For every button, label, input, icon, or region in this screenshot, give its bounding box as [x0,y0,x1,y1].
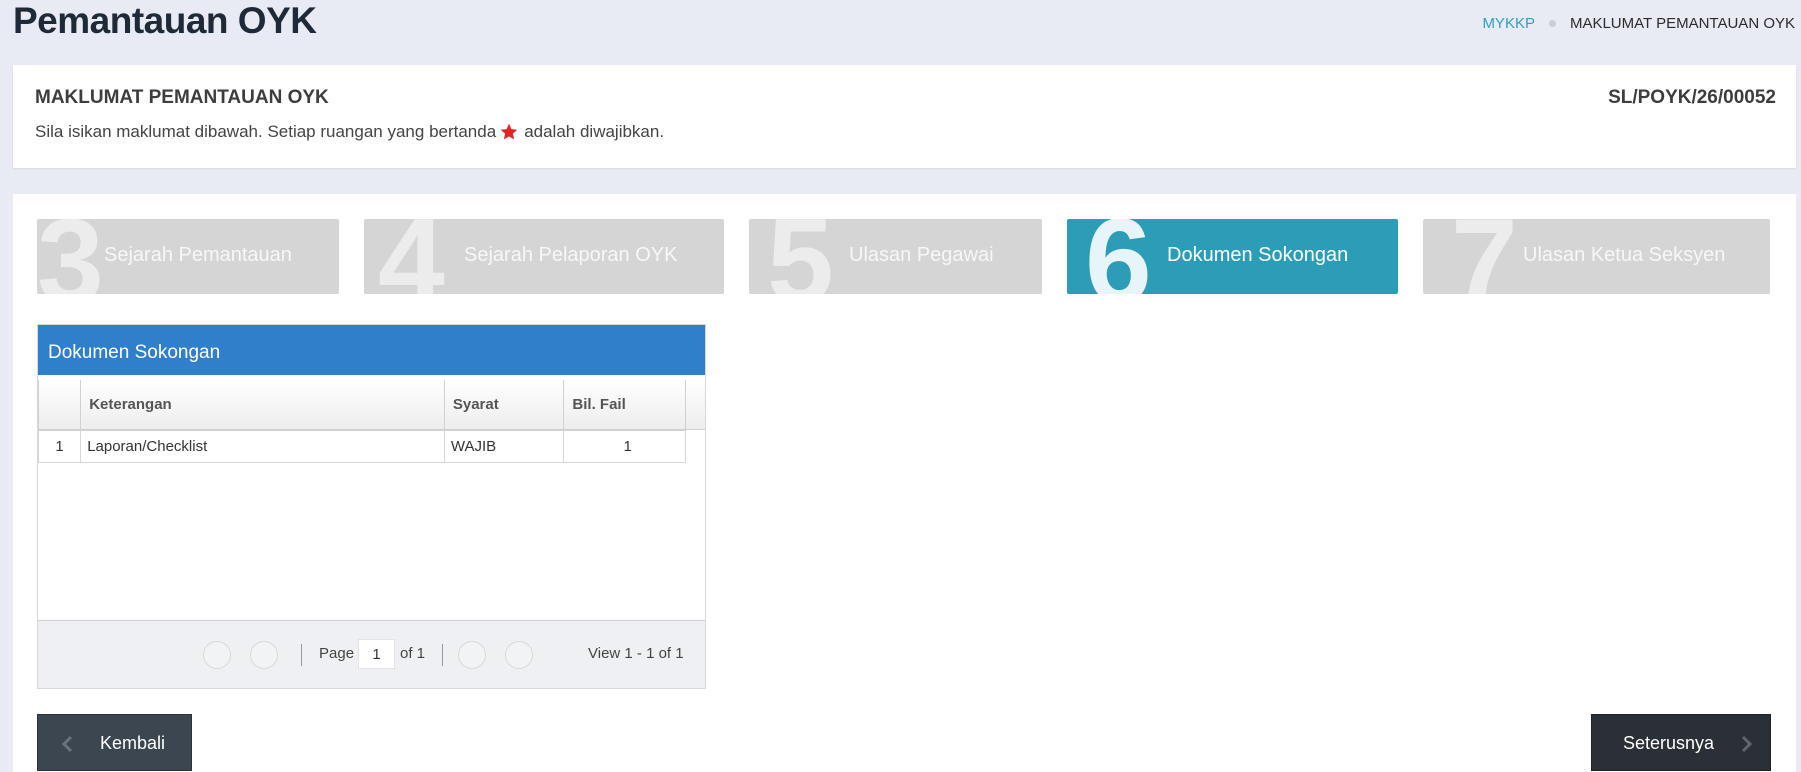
grid-table: Keterangan Syarat Bil. Fail 1 Laporan/Ch… [37,380,686,463]
chevron-right-icon [1741,735,1753,753]
pager-separator [442,644,443,666]
reference-number: SL/POYK/26/00052 [1608,87,1776,108]
wizard-steps: 3 Sejarah Pemantauan 4 Sejarah Pelaporan… [37,219,1787,294]
info-title: MAKLUMAT PEMANTAUAN OYK [35,87,329,108]
pager-separator [301,644,302,666]
breadcrumb-home-link[interactable]: MYKKP [1482,15,1535,32]
step-number: 5 [767,219,834,294]
required-star-icon [500,123,518,140]
step-label: Ulasan Ketua Seksyen [1523,244,1726,266]
step-label: Ulasan Pegawai [849,244,994,266]
step-number: 7 [1451,219,1518,294]
next-button-label: Seterusnya [1623,733,1715,753]
next-page-button[interactable] [458,641,486,669]
column-header-keterangan[interactable]: Keterangan [80,380,445,431]
step-ulasan-pegawai[interactable]: 5 Ulasan Pegawai [749,219,1042,294]
breadcrumb-current: MAKLUMAT PEMANTAUAN OYK [1569,15,1795,32]
grid-caption: Dokumen Sokongan [38,325,705,375]
instruction-text: Sila isikan maklumat dibawah. Setiap rua… [35,122,664,142]
back-button-label: Kembali [100,733,166,753]
cell-syarat: WAJIB [443,429,565,463]
page-number-input[interactable]: 1 [358,639,395,669]
step-label: Sejarah Pelaporan OYK [464,244,678,266]
grid-header-row: Keterangan Syarat Bil. Fail [37,380,686,431]
column-header-rownum[interactable] [37,380,82,431]
next-button[interactable]: Seterusnya [1591,714,1771,771]
column-header-syarat[interactable]: Syarat [444,380,565,431]
table-row[interactable]: 1 Laporan/Checklist WAJIB 1 [37,429,686,463]
step-dokumen-sokongan[interactable]: 6 Dokumen Sokongan [1067,219,1398,294]
info-card: MAKLUMAT PEMANTAUAN OYK SL/POYK/26/00052… [13,65,1796,168]
dokumen-sokongan-grid: Dokumen Sokongan Keterangan Syarat Bil. … [37,324,706,689]
breadcrumb-separator [1548,20,1556,27]
last-page-button[interactable] [505,641,533,669]
page-title: Pemantauan OYK [13,0,317,41]
instruction-text-after: adalah diwajibkan. [524,122,665,141]
step-number: 3 [37,219,104,294]
step-sejarah-pelaporan-oyk[interactable]: 4 Sejarah Pelaporan OYK [364,219,724,294]
first-page-button[interactable] [203,641,231,669]
column-header-bil-fail[interactable]: Bil. Fail [563,380,686,431]
breadcrumb: MYKKP MAKLUMAT PEMANTAUAN OYK [1482,15,1795,32]
view-records-text: View 1 - 1 of 1 [588,645,684,662]
page-label: Page [319,645,355,662]
step-label: Sejarah Pemantauan [104,244,292,266]
step-sejarah-pemantauan[interactable]: 3 Sejarah Pemantauan [37,219,339,294]
main-card: 3 Sejarah Pemantauan 4 Sejarah Pelaporan… [13,194,1796,772]
page-total-label: of 1 [400,645,426,662]
step-label: Dokumen Sokongan [1167,244,1349,266]
step-ulasan-ketua-seksyen[interactable]: 7 Ulasan Ketua Seksyen [1423,219,1770,294]
row-number: 1 [37,429,82,463]
prev-page-button[interactable] [250,641,278,669]
cell-bil-fail[interactable]: 1 [563,429,686,463]
step-number: 4 [378,219,445,294]
cell-keterangan[interactable]: Laporan/Checklist [80,429,445,463]
grid-pager: Page 1 of 1 View 1 - 1 of 1 [38,620,705,688]
chevron-left-icon [61,735,73,753]
instruction-text-before: Sila isikan maklumat dibawah. Setiap rua… [35,122,497,141]
back-button[interactable]: Kembali [37,714,192,771]
step-number: 6 [1085,219,1152,294]
